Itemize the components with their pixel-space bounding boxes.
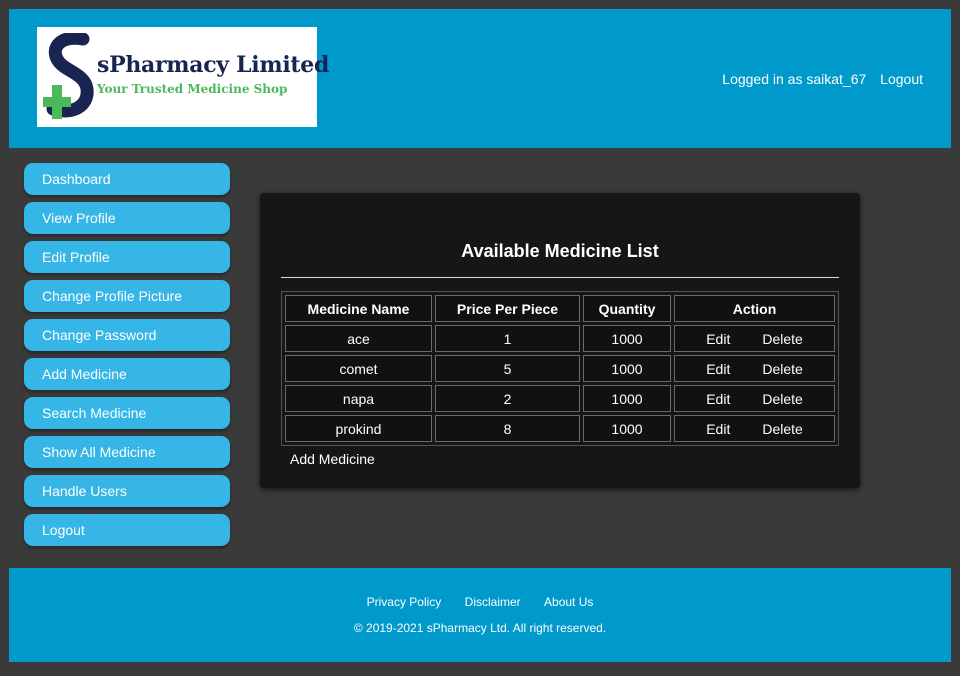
cell-actions: Edit Delete: [674, 385, 835, 412]
edit-link[interactable]: Edit: [706, 361, 730, 377]
cell-medicine-name: prokind: [285, 415, 432, 442]
sidebar-item-show-all-medicine[interactable]: Show All Medicine: [24, 436, 230, 468]
edit-link[interactable]: Edit: [706, 331, 730, 347]
column-header-medicine-name: Medicine Name: [285, 295, 432, 322]
site-header: sPharmacy Limited Your Trusted Medicine …: [9, 9, 951, 148]
delete-link[interactable]: Delete: [762, 331, 802, 347]
site-footer: Privacy Policy Disclaimer About Us © 201…: [9, 568, 951, 662]
cell-quantity: 1000: [583, 415, 671, 442]
sidebar-item-search-medicine[interactable]: Search Medicine: [24, 397, 230, 429]
cell-price: 8: [435, 415, 580, 442]
cell-price: 2: [435, 385, 580, 412]
cell-actions: Edit Delete: [674, 325, 835, 352]
page-title: Available Medicine List: [461, 241, 659, 261]
delete-link[interactable]: Delete: [762, 391, 802, 407]
disclaimer-link[interactable]: Disclaimer: [465, 595, 521, 609]
column-header-price-per-piece: Price Per Piece: [435, 295, 580, 322]
edit-link[interactable]: Edit: [706, 421, 730, 437]
cell-medicine-name: comet: [285, 355, 432, 382]
cell-quantity: 1000: [583, 355, 671, 382]
table-header-row: Medicine Name Price Per Piece Quantity A…: [285, 295, 835, 322]
title-divider: [281, 277, 839, 278]
user-bar: Logged in as saikat_67 Logout: [722, 71, 923, 87]
table-row: napa 2 1000 Edit Delete: [285, 385, 835, 412]
header-logout-link[interactable]: Logout: [880, 71, 923, 87]
sidebar-item-dashboard[interactable]: Dashboard: [24, 163, 230, 195]
medicine-table-container: Medicine Name Price Per Piece Quantity A…: [281, 291, 839, 446]
footer-links: Privacy Policy Disclaimer About Us: [9, 595, 951, 609]
copyright-text: © 2019-2021 sPharmacy Ltd. All right res…: [353, 621, 607, 635]
sidebar-item-add-medicine[interactable]: Add Medicine: [24, 358, 230, 390]
delete-link[interactable]: Delete: [762, 421, 802, 437]
site-logo[interactable]: sPharmacy Limited Your Trusted Medicine …: [37, 27, 329, 127]
table-row: prokind 8 1000 Edit Delete: [285, 415, 835, 442]
logged-in-text: Logged in as saikat_67: [722, 71, 867, 87]
table-row: ace 1 1000 Edit Delete: [285, 325, 835, 352]
add-medicine-link[interactable]: Add Medicine: [290, 451, 375, 467]
column-header-quantity: Quantity: [583, 295, 671, 322]
sidebar-item-edit-profile[interactable]: Edit Profile: [24, 241, 230, 273]
medicine-table: Medicine Name Price Per Piece Quantity A…: [282, 292, 838, 445]
cell-actions: Edit Delete: [674, 415, 835, 442]
sidebar-nav: Dashboard View Profile Edit Profile Chan…: [24, 163, 230, 553]
privacy-policy-link[interactable]: Privacy Policy: [367, 595, 442, 609]
cell-medicine-name: ace: [285, 325, 432, 352]
sidebar-item-change-password[interactable]: Change Password: [24, 319, 230, 351]
cell-actions: Edit Delete: [674, 355, 835, 382]
sidebar-item-handle-users[interactable]: Handle Users: [24, 475, 230, 507]
cell-price: 5: [435, 355, 580, 382]
edit-link[interactable]: Edit: [706, 391, 730, 407]
table-row: comet 5 1000 Edit Delete: [285, 355, 835, 382]
cell-quantity: 1000: [583, 325, 671, 352]
medicine-list-panel: Available Medicine List Medicine Name Pr…: [260, 193, 860, 488]
logo-title: sPharmacy Limited: [97, 52, 330, 78]
cell-quantity: 1000: [583, 385, 671, 412]
delete-link[interactable]: Delete: [762, 361, 802, 377]
cell-medicine-name: napa: [285, 385, 432, 412]
about-us-link[interactable]: About Us: [544, 595, 593, 609]
sidebar-item-logout[interactable]: Logout: [24, 514, 230, 546]
sidebar-item-change-profile-picture[interactable]: Change Profile Picture: [24, 280, 230, 312]
logo-tagline: Your Trusted Medicine Shop: [97, 82, 288, 96]
cell-price: 1: [435, 325, 580, 352]
sidebar-item-view-profile[interactable]: View Profile: [24, 202, 230, 234]
column-header-action: Action: [674, 295, 835, 322]
pharmacy-logo-icon: [43, 33, 94, 119]
